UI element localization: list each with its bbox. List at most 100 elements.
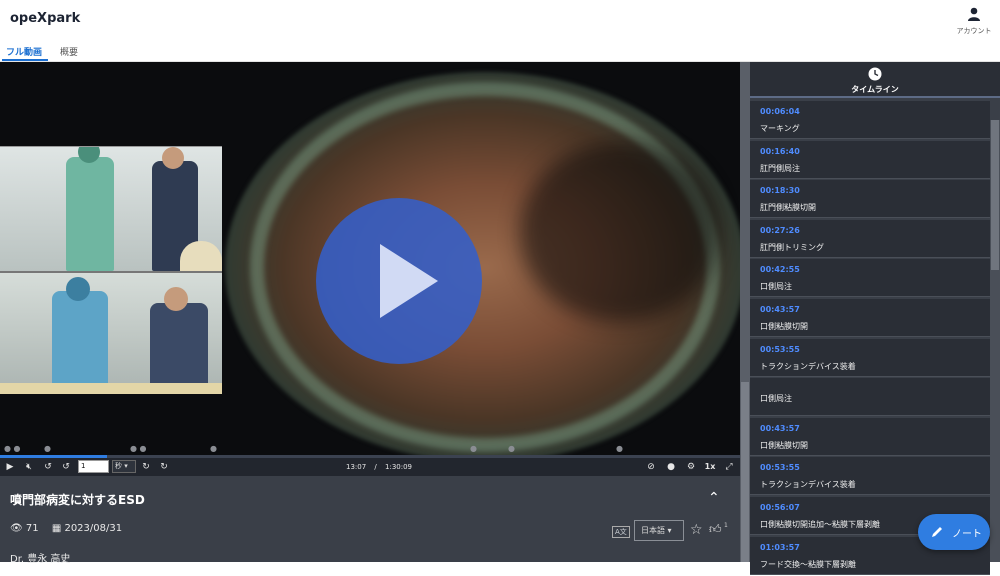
subtitles-off-icon[interactable]: ⊘ — [644, 460, 658, 474]
timeline-sidebar: タイムライン 00:06:04 マーキング 00:16:40 肛門側局注 00:18:3… — [740, 62, 1000, 575]
comment-icon[interactable]: ● — [664, 460, 678, 474]
seek-amount-input[interactable]: 1 — [78, 460, 109, 473]
settings-gear-icon[interactable]: ⚙ — [684, 460, 698, 474]
comment-marker-icon[interactable]: ● — [44, 444, 51, 453]
language-value: 日本語 — [641, 526, 665, 535]
timeline-item[interactable]: 00:43:57 口側粘膜切開 — [750, 298, 990, 337]
timeline-item[interactable]: 00:16:40 肛門側局注 — [750, 140, 990, 179]
tab-full-video[interactable]: フル動画 — [6, 45, 42, 58]
like-thumb-icon[interactable]: 👍︎ — [709, 522, 722, 537]
comment-marker-icon[interactable]: ● ● — [130, 444, 147, 453]
app-header: opeXpark アカウント — [0, 0, 1000, 40]
current-time: 13:07 — [346, 463, 367, 471]
calendar-icon: ▦ — [51, 523, 62, 534]
fullscreen-icon[interactable]: ⤢ — [722, 460, 736, 474]
rewind-icon[interactable]: ↺ — [42, 460, 54, 474]
note-button-label: ノート — [952, 529, 982, 540]
account-button[interactable]: アカウント — [954, 6, 994, 36]
timeline-item[interactable]: 00:06:04 マーキング — [750, 101, 990, 139]
play-icon — [380, 244, 438, 318]
endoscope-lumen — [520, 142, 720, 322]
timeline-item-time: 00:27:26 — [760, 225, 800, 235]
video-stats: 👁︎ 71 ▦ 2023/08/31 — [10, 523, 122, 534]
timeline-item-label: 肛門側局注 — [760, 163, 800, 173]
timeline-item-label: フード交換～粘膜下層剥離 — [760, 559, 856, 569]
play-overlay-button[interactable] — [316, 198, 482, 364]
timeline-item-label: 肛門側粘膜切開 — [760, 203, 816, 213]
timeline-item-time: 00:16:40 — [760, 146, 800, 156]
favorite-star-icon[interactable]: ☆ — [690, 522, 703, 538]
timeline-item[interactable]: 00:42:55 口側局注 — [750, 259, 990, 298]
timeline-item[interactable]: 口側局注 — [750, 378, 990, 417]
tab-bar: フル動画 概要 — [0, 40, 1000, 62]
forward-small-icon[interactable]: ↻ — [140, 460, 152, 474]
duration: 1:30:09 — [385, 463, 413, 471]
seek-unit-select[interactable]: 秒 ▾ — [112, 460, 136, 473]
mute-icon[interactable]: 🔇︎ — [22, 460, 36, 474]
comment-marker-icon[interactable]: ● ● — [4, 444, 21, 453]
timeline-item-time: 00:56:07 — [760, 502, 800, 512]
timeline-item-time: 00:43:57 — [760, 423, 800, 433]
timeline-item-time: 00:18:30 — [760, 186, 800, 196]
collapse-chevron-icon[interactable]: ⌃ — [708, 490, 720, 506]
comment-marker-icon[interactable]: ● — [210, 444, 217, 453]
brand-logo[interactable]: opeXpark — [10, 11, 80, 26]
timeline-header: タイムライン — [750, 62, 1000, 98]
timeline-list: 00:06:04 マーキング 00:16:40 肛門側局注 00:18:30 肛門側粘膜切… — [750, 101, 990, 576]
timeline-item[interactable]: 00:43:57 口側粘膜切開 — [750, 417, 990, 456]
timeline-item-label: トラクションデバイス装着 — [760, 480, 856, 490]
user-icon — [968, 7, 980, 21]
timeline-item-time: 00:42:55 — [760, 265, 800, 275]
sidebar-divider-scroll[interactable] — [740, 62, 750, 562]
language-select[interactable]: 日本語 ▾ — [634, 520, 684, 541]
timeline-item-time: 00:06:04 — [760, 107, 800, 116]
video-info-panel: 噴門部病変に対するESD ⌃ 👁︎ 71 ▦ 2023/08/31 A文 日本語… — [0, 476, 740, 565]
timeline-item[interactable]: 00:27:26 肛門側トリミング — [750, 219, 990, 258]
video-player[interactable]: ● ● ● ● ● ● ● ● ● — [0, 62, 740, 458]
seek-unit-value: 秒 — [115, 462, 122, 470]
inset-bottom-view — [0, 271, 222, 394]
timeline-item-label: 口側粘膜切開 — [760, 440, 808, 450]
tab-overview[interactable]: 概要 — [60, 45, 78, 58]
note-button[interactable]: ノート — [918, 514, 990, 550]
view-count: 71 — [25, 523, 39, 534]
timeline-item-label: 口側粘膜切開 — [760, 321, 808, 331]
timeline-item-label: トラクションデバイス装着 — [760, 361, 856, 371]
timeline-scrollbar[interactable] — [990, 120, 1000, 562]
clock-icon — [868, 67, 882, 81]
player-controls: ▶ 🔇︎ ↺ ↺ 1 秒 ▾ ↻ ↻ 13:07 / 1:30:09 ⊘ ● ⚙… — [0, 458, 740, 476]
timeline-item-label: 口側粘膜切開追加～粘膜下層剥離 — [760, 519, 880, 529]
timeline-item-label: 口側局注 — [760, 394, 792, 404]
time-display: 13:07 / 1:30:09 — [346, 460, 412, 474]
comment-marker-icon[interactable]: ● — [470, 444, 477, 453]
timeline-item[interactable]: 00:18:30 肛門側粘膜切開 — [750, 180, 990, 219]
operating-room-inset — [0, 146, 222, 394]
author-name[interactable]: Dr. 豊永 高史 — [10, 550, 70, 565]
timeline-item-time: 00:43:57 — [760, 304, 800, 314]
account-label: アカウント — [956, 27, 992, 35]
rewind-small-icon[interactable]: ↺ — [60, 460, 72, 474]
comment-marker-icon[interactable]: ● — [616, 444, 623, 453]
active-tab-indicator — [2, 59, 48, 61]
like-count: 1 — [724, 522, 728, 529]
forward-icon[interactable]: ↻ — [158, 460, 170, 474]
scrollbar-thumb[interactable] — [991, 120, 999, 270]
play-button[interactable]: ▶ — [5, 460, 15, 474]
pencil-icon — [932, 527, 942, 537]
timeline-item-label: 肛門側トリミング — [760, 242, 824, 252]
playback-speed-button[interactable]: 1x — [702, 460, 718, 474]
timeline-item-label: 口側局注 — [760, 282, 792, 292]
publish-date: 2023/08/31 — [64, 523, 123, 534]
timeline-item-time: 00:53:55 — [760, 463, 800, 473]
timeline-item[interactable]: 00:53:55 トラクションデバイス装着 — [750, 338, 990, 377]
timeline-item[interactable]: 00:53:55 トラクションデバイス装着 — [750, 457, 990, 496]
translate-icon: A文 — [612, 526, 630, 538]
views-eye-icon: 👁︎ — [10, 523, 23, 534]
time-separator: / — [374, 463, 377, 471]
timeline-item-label: マーキング — [760, 124, 800, 133]
timeline-item-time: 00:53:55 — [760, 344, 800, 354]
comment-marker-icon[interactable]: ● — [508, 444, 515, 453]
timeline-title: タイムライン — [851, 85, 899, 94]
video-title: 噴門部病変に対するESD — [10, 493, 145, 507]
inset-top-view — [0, 147, 222, 271]
